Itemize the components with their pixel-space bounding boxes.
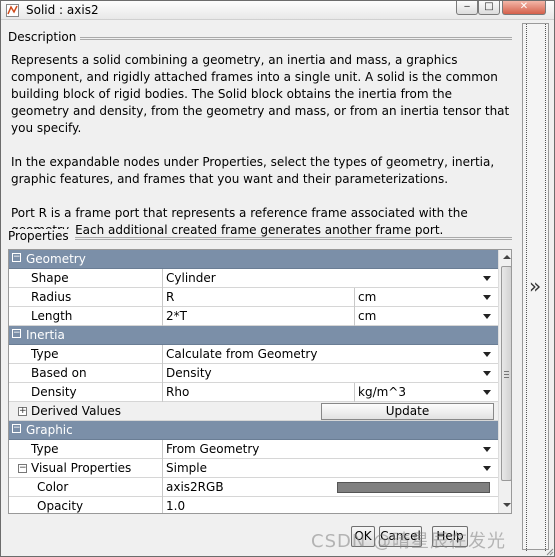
collapse-icon[interactable]: − xyxy=(18,464,27,473)
inertia-type-dropdown[interactable]: Calculate from Geometry xyxy=(166,347,317,361)
category-label: Geometry xyxy=(26,252,86,266)
collapse-icon[interactable]: − xyxy=(12,329,21,338)
properties-label: Properties xyxy=(8,229,72,243)
description-paragraph: In the expandable nodes under Properties… xyxy=(11,155,495,186)
property-name: Type xyxy=(31,442,59,456)
expand-icon[interactable]: + xyxy=(18,407,27,416)
maximize-button[interactable]: □ xyxy=(478,1,500,15)
graphic-category[interactable]: − Graphic xyxy=(9,421,498,440)
density-unit-dropdown[interactable]: kg/m^3 xyxy=(358,385,406,399)
chevron-down-icon[interactable] xyxy=(483,371,491,376)
chevron-down-icon[interactable] xyxy=(483,390,491,395)
minimize-button[interactable]: ‒ xyxy=(456,1,478,15)
vertical-scrollbar[interactable] xyxy=(498,250,511,513)
property-name: Derived Values xyxy=(31,404,122,418)
property-name: Density xyxy=(31,385,77,399)
chevron-down-icon[interactable] xyxy=(483,447,491,452)
based-on-row: Based on Density xyxy=(9,364,498,383)
chevron-down-icon[interactable] xyxy=(483,295,491,300)
chevron-down-icon[interactable] xyxy=(483,276,491,281)
visual-properties-row: − Visual Properties Simple xyxy=(9,459,498,478)
title-bar[interactable]: Solid : axis2 ‒ □ ✕ xyxy=(1,1,554,20)
property-name: Based on xyxy=(31,366,87,380)
update-button[interactable]: Update xyxy=(321,403,494,420)
property-name: Length xyxy=(31,309,73,323)
visual-properties-dropdown[interactable]: Simple xyxy=(166,461,207,475)
window-title: Solid : axis2 xyxy=(26,3,99,17)
collapse-icon[interactable]: − xyxy=(12,253,21,262)
length-input[interactable]: 2*T xyxy=(166,309,187,323)
opacity-row: Opacity 1.0 xyxy=(9,497,498,513)
category-label: Inertia xyxy=(26,328,65,342)
based-on-dropdown[interactable]: Density xyxy=(166,366,212,380)
collapse-panel-bar[interactable]: » xyxy=(522,23,549,551)
inertia-type-row: Type Calculate from Geometry xyxy=(9,345,498,364)
description-text: Represents a solid combining a geometry,… xyxy=(11,52,511,256)
collapse-icon[interactable]: − xyxy=(12,424,21,433)
category-label: Graphic xyxy=(26,423,73,437)
resize-grip-icon[interactable] xyxy=(546,548,554,556)
graphic-type-row: Type From Geometry xyxy=(9,440,498,459)
length-unit-dropdown[interactable]: cm xyxy=(358,309,376,323)
shape-row: Shape Cylinder xyxy=(9,269,498,288)
chevron-down-icon[interactable] xyxy=(483,314,491,319)
graphic-type-dropdown[interactable]: From Geometry xyxy=(166,442,259,456)
color-swatch[interactable] xyxy=(337,482,490,493)
property-name: Type xyxy=(31,347,59,361)
property-name: Shape xyxy=(31,271,69,285)
chevron-down-icon[interactable] xyxy=(483,466,491,471)
radius-row: Radius R cm xyxy=(9,288,498,307)
description-paragraph: Represents a solid combining a geometry,… xyxy=(11,53,510,135)
property-name: Visual Properties xyxy=(31,461,132,475)
properties-divider xyxy=(75,237,512,240)
radius-input[interactable]: R xyxy=(166,290,174,304)
color-input[interactable]: axis2RGB xyxy=(166,480,224,494)
property-grid: − Geometry Shape Cylinder Radius R cm Le… xyxy=(8,249,512,514)
length-row: Length 2*T cm xyxy=(9,307,498,326)
geometry-category[interactable]: − Geometry xyxy=(9,250,498,269)
chevron-down-icon[interactable] xyxy=(483,352,491,357)
inertia-category[interactable]: − Inertia xyxy=(9,326,498,345)
property-name: Opacity xyxy=(37,499,84,513)
close-button[interactable]: ✕ xyxy=(502,1,546,15)
double-chevron-right-icon[interactable]: » xyxy=(529,274,541,298)
radius-unit-dropdown[interactable]: cm xyxy=(358,290,376,304)
description-divider xyxy=(80,37,512,40)
scroll-down-icon[interactable] xyxy=(503,503,511,507)
description-paragraph: Port R is a frame port that represents a… xyxy=(11,206,468,237)
scroll-up-icon[interactable] xyxy=(503,255,511,259)
shape-dropdown[interactable]: Cylinder xyxy=(166,271,216,285)
density-input[interactable]: Rho xyxy=(166,385,189,399)
watermark-text: CSDN @晴星辰在发光 xyxy=(311,531,507,552)
opacity-input[interactable]: 1.0 xyxy=(166,499,185,513)
property-name: Color xyxy=(37,480,69,494)
simulink-icon xyxy=(6,4,19,17)
description-label: Description xyxy=(8,30,80,44)
derived-values-row: + Derived Values Update xyxy=(9,402,498,421)
color-row: Color axis2RGB xyxy=(9,478,498,497)
density-row: Density Rho kg/m^3 xyxy=(9,383,498,402)
property-name: Radius xyxy=(31,290,72,304)
scroll-thumb[interactable] xyxy=(501,266,511,481)
solid-block-dialog: Solid : axis2 ‒ □ ✕ Description Represen… xyxy=(0,0,555,557)
